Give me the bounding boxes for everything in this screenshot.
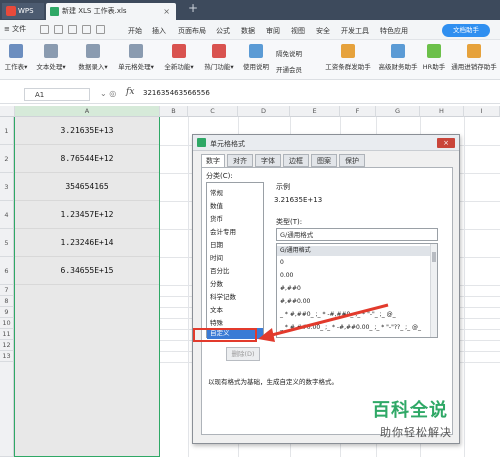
watermark-slogan: 助你轻松解决 [380, 426, 452, 439]
watermark: 百科全说 助你轻松解决 [360, 392, 500, 457]
red-arrow-icon [258, 303, 389, 342]
watermark-title: 百科全说 [372, 400, 448, 421]
